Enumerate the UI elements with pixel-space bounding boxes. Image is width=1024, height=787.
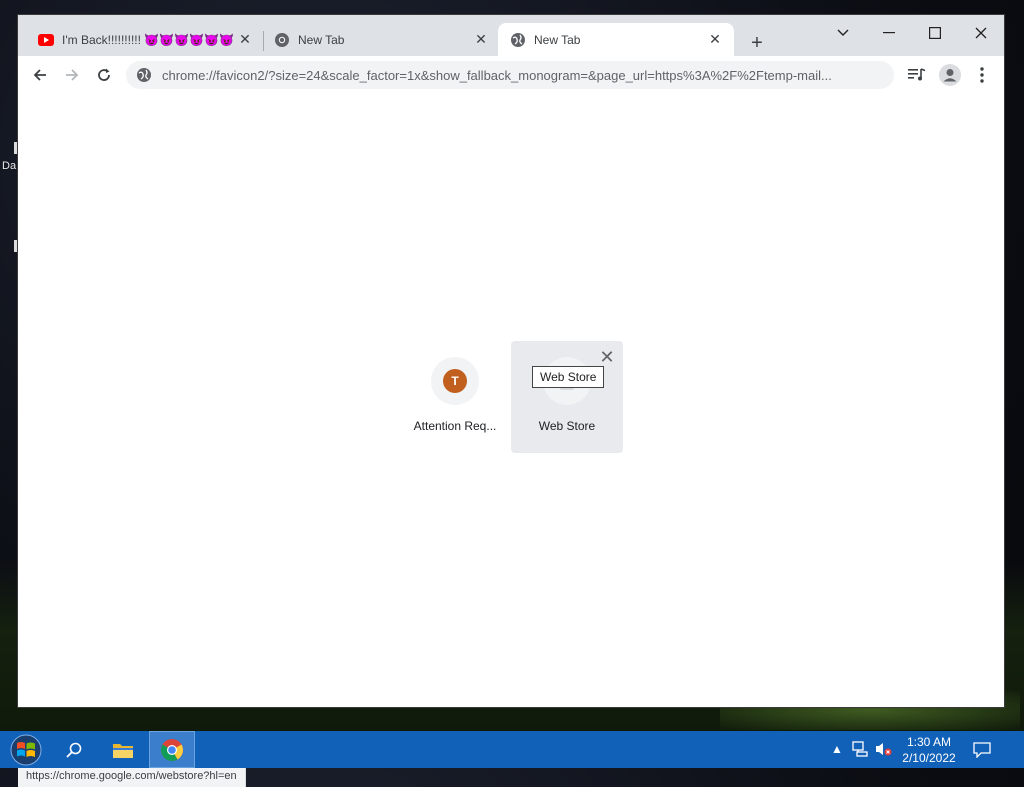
minimize-icon[interactable]	[873, 21, 905, 45]
taskbar-clock[interactable]: 1:30 AM 2/10/2022	[898, 734, 960, 766]
tooltip: Web Store	[532, 366, 605, 388]
volume-muted-icon[interactable]	[875, 740, 893, 758]
monogram-icon: T	[443, 369, 467, 393]
chrome-taskbar-icon[interactable]	[149, 731, 195, 768]
browser-window: I'm Back!!!!!!!!!! 😈😈😈😈😈😈 ✕ New Tab ✕ Ne…	[18, 15, 1004, 787]
youtube-icon	[38, 33, 54, 46]
menu-dots-icon[interactable]	[968, 61, 996, 89]
new-tab-button[interactable]: +	[745, 31, 769, 55]
clock-time: 1:30 AM	[906, 735, 952, 749]
close-icon[interactable]: ✕	[472, 31, 490, 49]
address-url[interactable]: chrome://favicon2/?size=24&scale_factor=…	[162, 68, 894, 83]
close-icon[interactable]: ✕	[236, 31, 254, 49]
browser-toolbar: chrome://favicon2/?size=24&scale_factor=…	[18, 56, 1004, 95]
shortcut-label: Attention Req...	[413, 419, 497, 433]
address-bar[interactable]: chrome://favicon2/?size=24&scale_factor=…	[126, 61, 894, 89]
desktop-icon-edge[interactable]	[14, 240, 17, 252]
back-arrow-icon[interactable]	[26, 61, 54, 89]
tab-youtube[interactable]: I'm Back!!!!!!!!!! 😈😈😈😈😈😈 ✕	[18, 23, 264, 56]
taskbar: ▲ 1:30 AM 2/10/2022	[0, 731, 1024, 768]
desktop-icon-label[interactable]: Da	[2, 160, 16, 172]
clock-date: 2/10/2022	[902, 751, 956, 765]
window-close-icon[interactable]	[965, 21, 997, 45]
shortcut-label: Web Store	[538, 419, 596, 433]
search-icon[interactable]	[56, 731, 92, 768]
tab-title: New Tab	[298, 32, 345, 47]
start-windows-icon[interactable]	[4, 731, 48, 768]
new-tab-page: T Attention Req... Web Store ✕ https://c…	[18, 94, 1004, 787]
tab-title: I'm Back!!!!!!!!!! 😈😈😈😈😈😈	[62, 32, 234, 47]
tab-title: New Tab	[534, 32, 581, 47]
profile-avatar-icon[interactable]	[936, 61, 964, 89]
forward-arrow-icon[interactable]	[58, 61, 86, 89]
tab-search-chevron-icon[interactable]	[827, 21, 859, 45]
notifications-icon[interactable]	[972, 740, 992, 760]
show-hidden-icons-chevron-icon[interactable]: ▲	[828, 740, 846, 758]
site-info-globe-icon[interactable]	[136, 67, 152, 83]
shortcut-icon-container: T	[431, 357, 479, 405]
file-explorer-folder-icon[interactable]	[104, 731, 142, 768]
tab-strip: I'm Back!!!!!!!!!! 😈😈😈😈😈😈 ✕ New Tab ✕ Ne…	[18, 15, 1004, 56]
network-icon[interactable]	[851, 740, 869, 758]
close-icon[interactable]: ✕	[706, 31, 724, 49]
maximize-icon[interactable]	[919, 21, 951, 45]
media-queue-icon[interactable]	[903, 61, 931, 89]
globe-icon	[511, 32, 525, 47]
shortcut-tile-web-store[interactable]: Web Store ✕	[511, 341, 623, 453]
reload-icon[interactable]	[90, 61, 118, 89]
desktop-icon-edge[interactable]	[14, 142, 17, 154]
chrome-icon	[275, 32, 289, 47]
tab-new-tab[interactable]: New Tab ✕	[264, 23, 500, 56]
shortcut-tile-attention[interactable]: T Attention Req...	[399, 341, 511, 453]
tab-new-tab-active[interactable]: New Tab ✕	[498, 23, 734, 56]
remove-shortcut-close-icon[interactable]: ✕	[597, 347, 617, 367]
